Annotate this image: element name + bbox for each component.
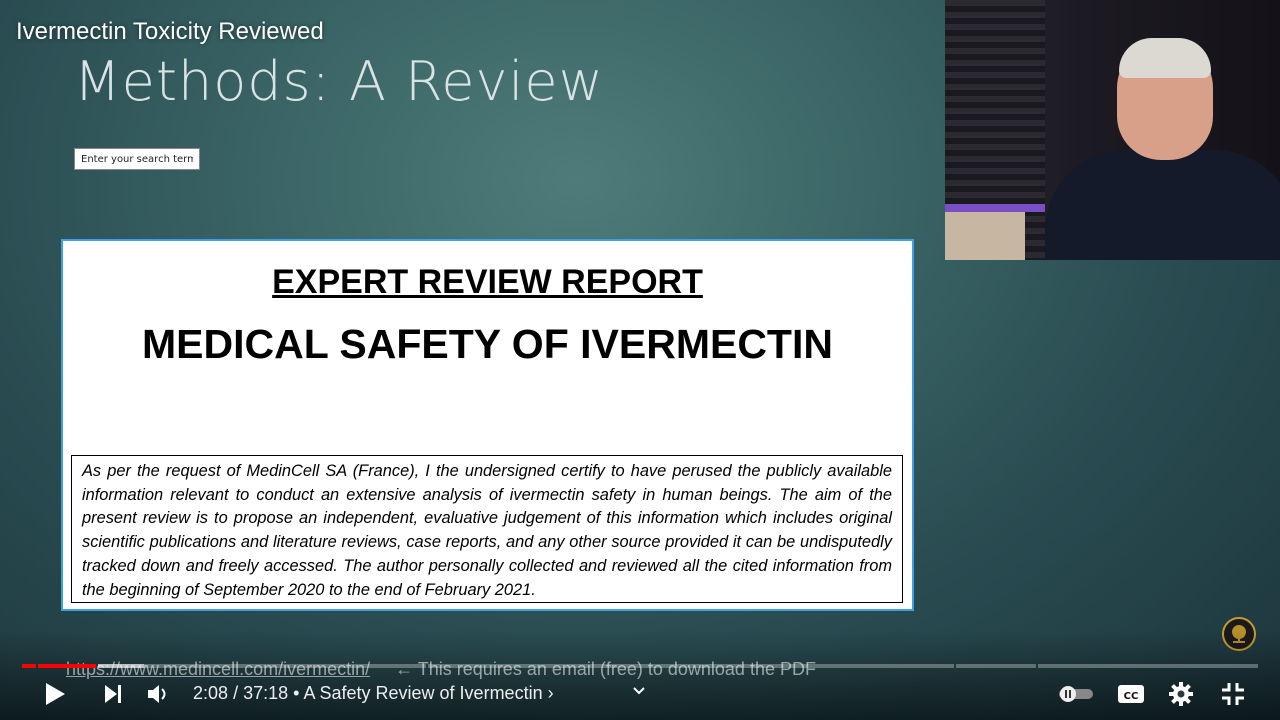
current-time: 2:08 [193, 683, 229, 703]
overlay-note: ← This requires an email (free) to downl… [395, 659, 816, 679]
next-button[interactable] [98, 678, 128, 710]
chapter-segment[interactable] [1038, 664, 1258, 668]
exit-fullscreen-icon [1222, 683, 1244, 705]
slide-overlay-text: https://www.medincell.com/ivermectin/ ← … [66, 659, 816, 680]
search-input[interactable] [74, 148, 200, 170]
video-title[interactable]: Ivermectin Toxicity Reviewed [16, 18, 324, 46]
slide-heading: Methods: A Review [74, 50, 604, 113]
played-range [22, 664, 36, 668]
chapter-title: A Safety Review of Ivermectin [303, 683, 543, 703]
presenter-shirt [1045, 150, 1280, 260]
volume-icon [148, 685, 166, 703]
svg-text:CC: CC [1124, 691, 1139, 702]
chevron-down-icon [633, 687, 645, 695]
progress-bar[interactable] [22, 664, 1258, 668]
captions-button[interactable]: CC [1116, 678, 1146, 710]
document-excerpt: EXPERT REVIEW REPORT MEDICAL SAFETY OF I… [61, 239, 914, 611]
document-title: MEDICAL SAFETY OF IVERMECTIN [142, 321, 833, 367]
presenter-video [945, 0, 1280, 260]
background-cabinet [945, 212, 1025, 260]
volume-button[interactable] [144, 678, 174, 710]
autoplay-toggle[interactable] [1056, 678, 1096, 710]
play-icon [46, 683, 65, 705]
chapter-prefix: • [293, 683, 300, 703]
played-range [38, 664, 96, 668]
document-heading: EXPERT REVIEW REPORT [272, 263, 703, 301]
chapters-chevron-button[interactable] [628, 680, 650, 702]
background-light [945, 204, 1045, 212]
chapter-link[interactable]: • A Safety Review of Ivermectin › [293, 683, 553, 703]
exit-fullscreen-button[interactable] [1218, 678, 1248, 710]
overlay-url-link[interactable]: https://www.medincell.com/ivermectin/ [66, 659, 370, 679]
time-separator: / [233, 683, 239, 703]
cc-icon: CC [1118, 685, 1144, 703]
chapter-arrow: › [547, 683, 554, 703]
settings-button[interactable] [1166, 678, 1196, 710]
chapter-segment[interactable] [98, 664, 426, 668]
total-time: 37:18 [243, 683, 289, 703]
gear-icon [1169, 682, 1193, 706]
presenter-hair [1119, 38, 1211, 78]
chapter-segment[interactable] [956, 664, 1036, 668]
buffered-range [98, 664, 144, 668]
time-display: 2:08 / 37:18 • A Safety Review of Iverme… [193, 683, 554, 704]
autoplay-toggle-icon [1059, 686, 1093, 702]
document-body: As per the request of MedinCell SA (Fran… [71, 455, 903, 603]
skip-next-icon [105, 685, 121, 703]
chapter-segment[interactable] [428, 664, 954, 668]
play-button[interactable] [40, 678, 70, 710]
